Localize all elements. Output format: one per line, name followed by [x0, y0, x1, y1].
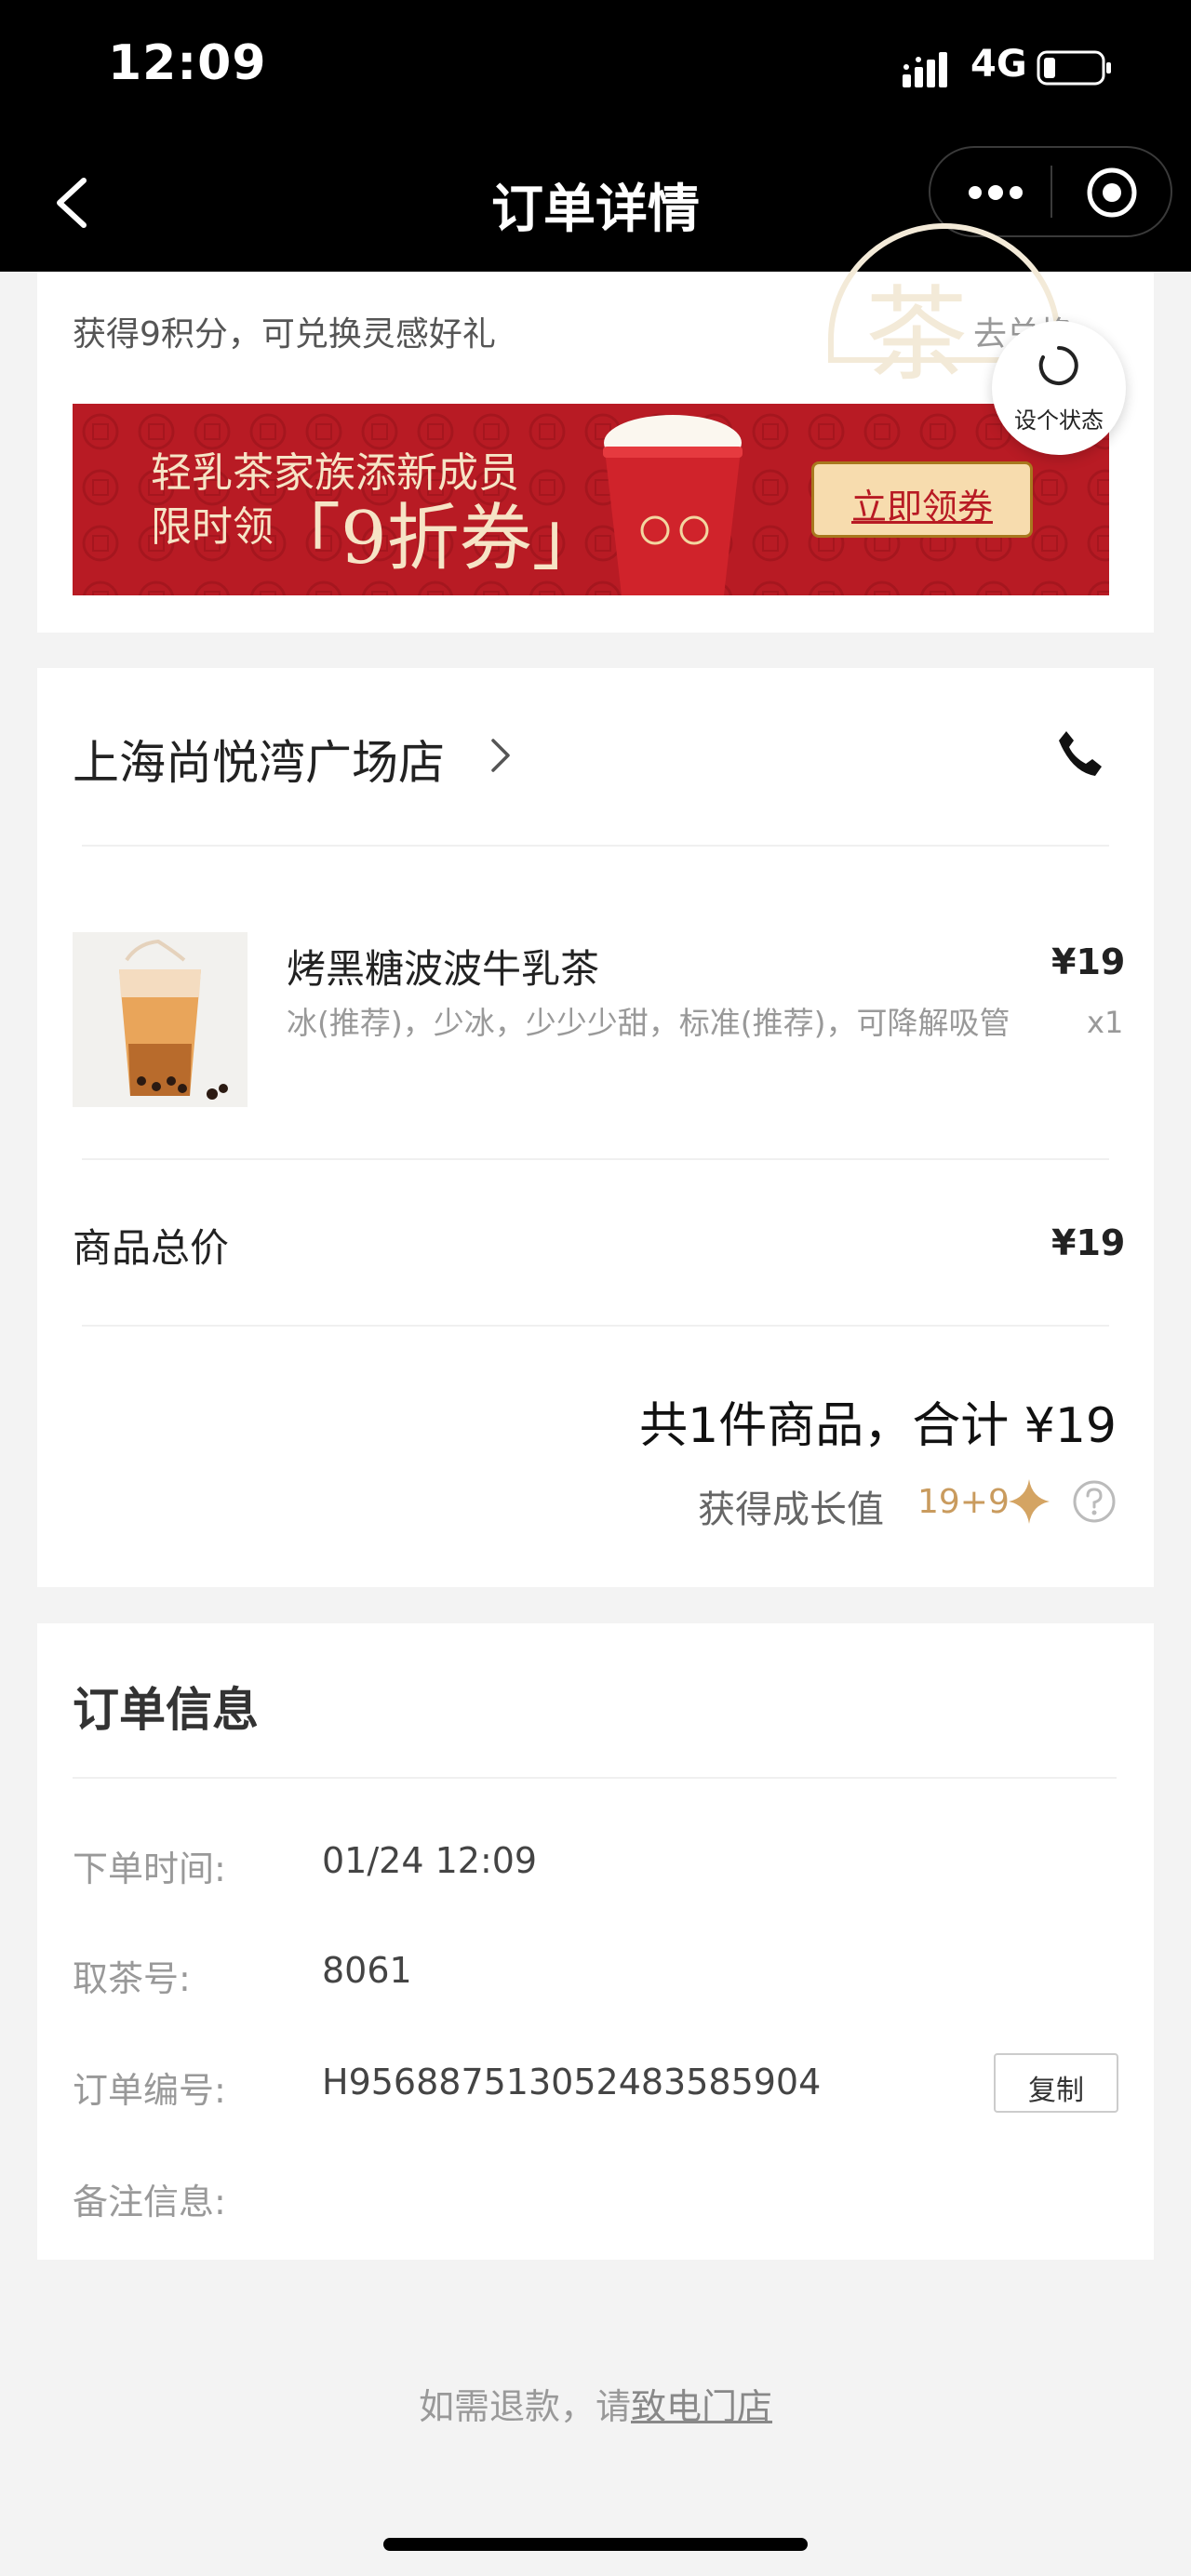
help-icon[interactable]: [1072, 1479, 1117, 1524]
claim-coupon-label[interactable]: 立即领券: [811, 478, 1033, 529]
growth-value: 19+9: [917, 1483, 1010, 1521]
battery-icon: [1037, 50, 1111, 86]
back-icon[interactable]: [48, 175, 95, 231]
subtotal-label: 商品总价: [73, 1225, 230, 1271]
note-label: 备注信息:: [73, 2182, 226, 2222]
pickup-number-label: 取茶号:: [73, 1958, 191, 1999]
product-price: ¥19: [1051, 941, 1126, 982]
set-status-button[interactable]: [992, 321, 1126, 455]
product-name: 烤黑糖波波牛乳茶: [287, 946, 600, 992]
more-icon[interactable]: [968, 183, 1024, 202]
divider: [82, 845, 1109, 847]
product-options: 冰(推荐)，少冰，少少少甜，标准(推荐)，可降解吸管: [287, 1005, 1010, 1041]
order-total: 共1件商品，合计 ¥19: [639, 1398, 1117, 1454]
order-number-label: 订单编号:: [73, 2070, 226, 2111]
refund-prefix: 如需退款，请: [418, 2386, 631, 2427]
close-target-icon[interactable]: [1085, 166, 1139, 220]
points-text: 获得9积分，可兑换灵感好礼: [73, 315, 496, 354]
capsule-divider: [1050, 166, 1052, 218]
product-image: [73, 932, 248, 1107]
refund-hint: 如需退款，请致电门店: [0, 2378, 1191, 2429]
divider: [73, 1777, 1117, 1779]
page-title: 订单详情: [491, 180, 700, 240]
order-info-title: 订单信息: [73, 1683, 259, 1737]
subtotal-value: ¥19: [1051, 1222, 1126, 1263]
copy-button-label[interactable]: 复制: [994, 2067, 1118, 2108]
cup-illustration: [603, 415, 743, 595]
sparkle-icon: [1009, 1479, 1050, 1524]
set-status-label[interactable]: 设个状态: [992, 402, 1126, 434]
phone-icon[interactable]: [1053, 727, 1105, 780]
signal-icon: [903, 52, 947, 87]
status-ring-icon[interactable]: [1037, 344, 1080, 387]
growth-label: 获得成长值: [698, 1488, 884, 1531]
banner-subline: 限时领: [151, 503, 274, 551]
divider: [82, 1158, 1109, 1160]
watermark-char: 茶: [865, 275, 968, 394]
pickup-number-value: 8061: [322, 1950, 412, 1991]
status-time: 12:09: [108, 35, 267, 91]
store-name[interactable]: 上海尚悦湾广场店: [73, 726, 445, 793]
order-number-value: H956887513052483585904: [322, 2062, 822, 2102]
call-store-link[interactable]: 致电门店: [631, 2386, 772, 2427]
promo-banner[interactable]: 轻乳茶家族添新成员 限时领 「9折券」 立即领券: [73, 404, 1109, 595]
banner-discount: 「9折券」: [268, 497, 605, 581]
order-time-value: 01/24 12:09: [322, 1840, 538, 1881]
chevron-right-icon[interactable]: [489, 737, 512, 774]
order-time-label: 下单时间:: [73, 1849, 226, 1889]
divider: [82, 1325, 1109, 1327]
network-label: 4G: [970, 43, 1027, 86]
product-quantity: x1: [1087, 1005, 1124, 1040]
home-indicator: [383, 2538, 808, 2551]
